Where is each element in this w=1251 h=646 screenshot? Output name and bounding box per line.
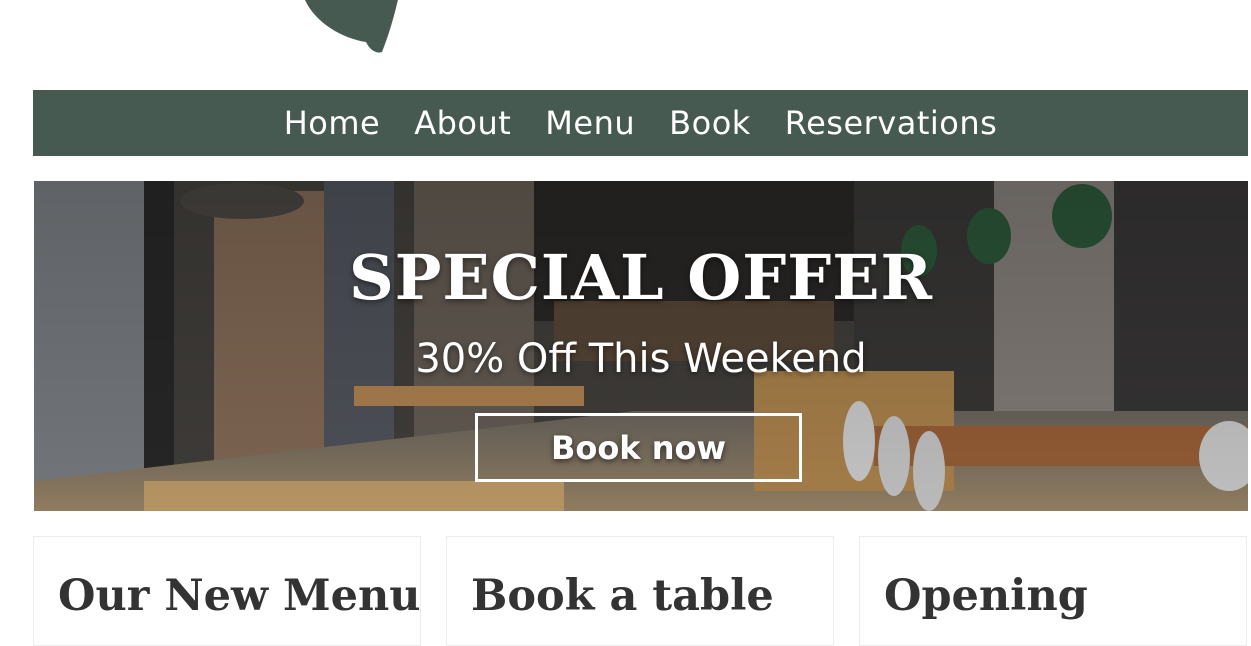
- card-title: Book a table: [471, 571, 774, 621]
- main-navigation: Home About Menu Book Reservations: [33, 90, 1248, 156]
- card-title: Our New Menu: [58, 571, 421, 621]
- hero-subtitle: 30% Off This Weekend: [415, 336, 867, 382]
- nav-reservations[interactable]: Reservations: [785, 104, 998, 142]
- card-title: Opening: [884, 571, 1088, 621]
- nav-home[interactable]: Home: [284, 104, 381, 142]
- card-book-table[interactable]: Book a table: [446, 536, 834, 646]
- leaf-logo-icon[interactable]: [300, 0, 410, 56]
- hero-title: SPECIAL OFFER: [348, 241, 934, 314]
- card-opening[interactable]: Opening: [859, 536, 1247, 646]
- card-new-menu[interactable]: Our New Menu: [33, 536, 421, 646]
- special-offer-banner: SPECIAL OFFER 30% Off This Weekend Book …: [34, 181, 1248, 511]
- nav-about[interactable]: About: [414, 104, 511, 142]
- nav-menu[interactable]: Menu: [545, 104, 635, 142]
- book-now-button[interactable]: Book now: [475, 413, 802, 482]
- nav-book[interactable]: Book: [669, 104, 751, 142]
